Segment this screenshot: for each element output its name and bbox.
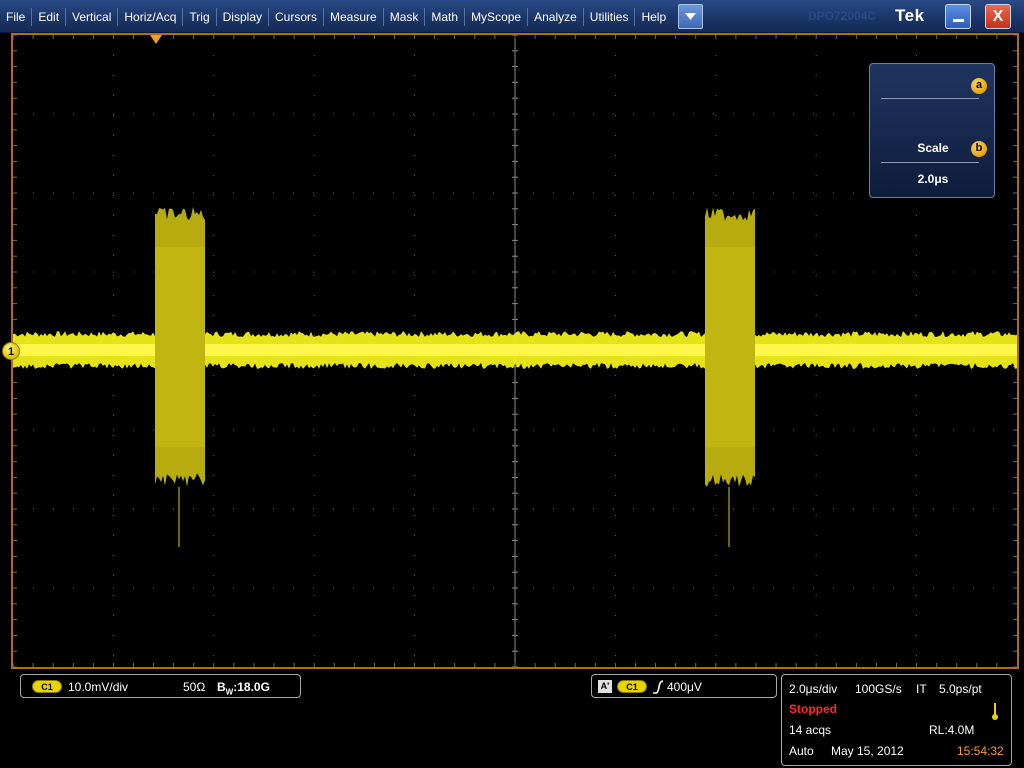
graticule xyxy=(13,35,1017,667)
rising-edge-icon xyxy=(653,680,664,694)
waveform-burst-core xyxy=(155,247,205,447)
acquisitions: 14 acqs xyxy=(789,723,832,737)
menu-item-vertical[interactable]: Vertical xyxy=(66,7,119,26)
model-name: DPO72004C xyxy=(808,9,877,23)
menu-item-edit[interactable]: Edit xyxy=(32,7,67,26)
brand-logo: Tek xyxy=(895,6,925,25)
bandwidth-b: B xyxy=(217,680,226,694)
date: May 15, 2012 xyxy=(831,744,904,758)
waveform-burst-core xyxy=(705,247,755,447)
menu-bar: File Edit Vertical Horiz/Acq Trig Display Curs… xyxy=(0,0,1024,33)
bandwidth: BW:18.0G xyxy=(217,680,270,696)
channel-1-marker[interactable]: 1 xyxy=(2,342,20,360)
menu-item-mask[interactable]: Mask xyxy=(384,7,426,26)
knob-b-icon[interactable]: b xyxy=(971,141,987,157)
chevron-down-icon xyxy=(685,13,696,20)
scale-value[interactable]: 2.0μs xyxy=(870,172,996,186)
knob-a-icon[interactable]: a xyxy=(971,78,987,94)
trigger-position-icon[interactable] xyxy=(150,35,162,45)
scale-control-panel: a Scale b 2.0μs xyxy=(869,63,995,198)
trigger-indicator-icon xyxy=(992,703,998,720)
trigger-level: 400μV xyxy=(667,680,702,694)
menu-item-math[interactable]: Math xyxy=(425,7,466,26)
resolution: 5.0ps/pt xyxy=(939,682,982,696)
minimize-button[interactable] xyxy=(945,4,971,29)
channel-badge: C1 xyxy=(32,680,62,693)
vertical-scale: 10.0mV/div xyxy=(68,680,129,694)
menu-item-measure[interactable]: Measure xyxy=(324,7,384,26)
time-per-div: 2.0μs/div xyxy=(789,682,838,696)
time: 15:54:32 xyxy=(957,744,1004,758)
trigger-readout[interactable]: A' C1 400μV xyxy=(591,674,777,698)
minimize-icon xyxy=(953,19,964,22)
divider xyxy=(881,162,979,163)
horizontal-readout[interactable]: 2.0μs/div 100GS/s IT 5.0ps/pt Stopped 14… xyxy=(781,674,1012,766)
trigger-mode: Auto xyxy=(789,744,814,758)
bandwidth-value: :18.0G xyxy=(233,680,270,694)
menu-item-horiz-acq[interactable]: Horiz/Acq xyxy=(118,7,184,26)
menu-item-display[interactable]: Display xyxy=(217,7,269,26)
acq-mode: IT xyxy=(916,682,927,696)
vertical-readout[interactable]: C1 10.0mV/div 50Ω BW:18.0G xyxy=(20,674,301,698)
menu-item-cursors[interactable]: Cursors xyxy=(269,7,325,26)
menu-item-utilities[interactable]: Utilities xyxy=(584,7,636,26)
divider xyxy=(881,98,979,99)
run-state: Stopped xyxy=(789,702,837,716)
trigger-channel-badge: C1 xyxy=(617,680,647,693)
menu-item-myscope[interactable]: MyScope xyxy=(465,7,529,26)
menu-item-trig[interactable]: Trig xyxy=(183,7,217,26)
sample-rate: 100GS/s xyxy=(855,682,902,696)
menu-items: File Edit Vertical Horiz/Acq Trig Display Curs… xyxy=(0,0,672,33)
close-button[interactable]: X xyxy=(985,4,1011,29)
record-length: RL:4.0M xyxy=(929,723,975,737)
waveform-display[interactable] xyxy=(11,33,1019,669)
menu-dropdown-button[interactable] xyxy=(678,4,703,29)
menu-item-file[interactable]: File xyxy=(0,7,33,26)
menu-item-analyze[interactable]: Analyze xyxy=(528,7,584,26)
impedance: 50Ω xyxy=(183,680,206,694)
menu-item-help[interactable]: Help xyxy=(635,8,672,26)
trigger-source-badge: A' xyxy=(598,680,612,693)
